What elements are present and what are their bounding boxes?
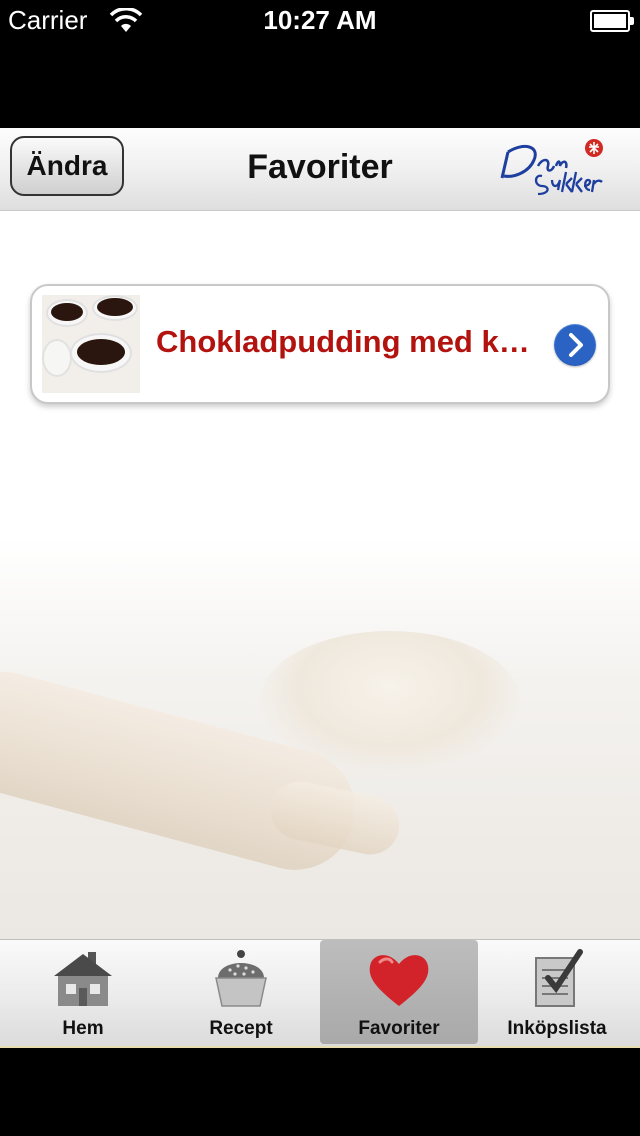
tab-bar: Hem Recept Favoriter Inköpslista bbox=[0, 939, 640, 1049]
tab-inkopslista-label: Inköpslista bbox=[507, 1018, 607, 1039]
tab-recept[interactable]: Recept bbox=[162, 940, 320, 1044]
favorite-item[interactable]: Chokladpudding med k… bbox=[30, 284, 610, 404]
recipe-thumbnail bbox=[42, 295, 140, 393]
favorite-item-title: Chokladpudding med k… bbox=[156, 324, 530, 359]
tab-inkopslista[interactable]: Inköpslista bbox=[478, 940, 636, 1044]
chevron-right-icon[interactable] bbox=[554, 324, 596, 366]
battery-icon bbox=[590, 10, 634, 32]
navigation-bar: Ändra Favoriter bbox=[0, 128, 640, 211]
house-icon bbox=[54, 952, 112, 1006]
tab-favoriter[interactable]: Favoriter bbox=[320, 940, 478, 1044]
dansukker-logo bbox=[500, 139, 603, 196]
checklist-icon bbox=[535, 949, 583, 1007]
tab-hem[interactable]: Hem bbox=[4, 940, 162, 1044]
bottom-area bbox=[0, 1048, 640, 1136]
tab-recept-label: Recept bbox=[209, 1018, 273, 1039]
tab-favoriter-label: Favoriter bbox=[358, 1018, 440, 1039]
tab-hem-label: Hem bbox=[62, 1018, 104, 1039]
heart-icon bbox=[369, 955, 429, 1006]
status-bar: Carrier 10:27 AM bbox=[0, 0, 640, 40]
cupcake-icon bbox=[215, 950, 267, 1007]
clock: 10:27 AM bbox=[263, 5, 377, 35]
favorites-content: Chokladpudding med k… bbox=[0, 211, 640, 939]
